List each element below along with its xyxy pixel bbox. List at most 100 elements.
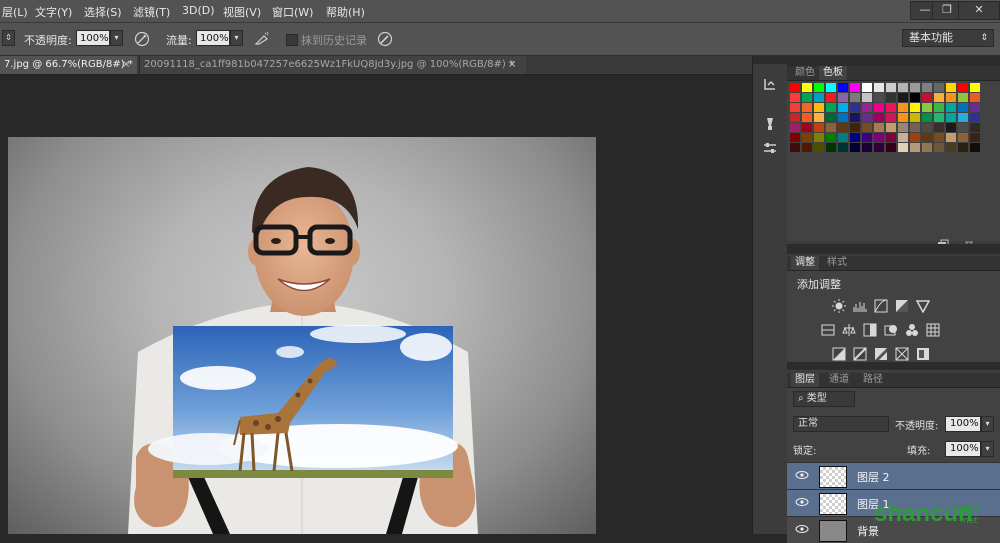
color-swatch[interactable] — [874, 113, 884, 122]
tab-layers[interactable]: 图层 — [791, 373, 819, 387]
vibrance-icon[interactable] — [916, 299, 930, 313]
tool-preset-arrow[interactable]: ⇕ — [2, 30, 15, 46]
color-swatch[interactable] — [946, 103, 956, 112]
color-swatch[interactable] — [838, 113, 848, 122]
color-swatch[interactable] — [802, 93, 812, 102]
color-swatch[interactable] — [850, 133, 860, 142]
invert-icon[interactable] — [832, 347, 846, 361]
brush-preset-icon[interactable] — [762, 116, 778, 132]
color-swatch[interactable] — [898, 93, 908, 102]
color-swatch[interactable] — [970, 133, 980, 142]
history-panel-icon[interactable] — [762, 76, 778, 92]
color-swatch[interactable] — [886, 133, 896, 142]
layer-opacity-arrow[interactable]: ▾ — [981, 416, 994, 432]
color-balance-icon[interactable] — [842, 323, 856, 337]
color-swatch[interactable] — [790, 133, 800, 142]
brush-settings-icon[interactable] — [762, 140, 778, 156]
color-swatch[interactable] — [790, 113, 800, 122]
color-swatch[interactable] — [814, 133, 824, 142]
color-swatch[interactable] — [946, 123, 956, 132]
black-white-icon[interactable] — [863, 323, 877, 337]
color-swatch[interactable] — [946, 143, 956, 152]
color-swatch[interactable] — [910, 133, 920, 142]
layer-filter-dropdown[interactable]: ⌕ 类型 — [793, 391, 855, 407]
color-swatch[interactable] — [970, 103, 980, 112]
color-swatch[interactable] — [874, 93, 884, 102]
doc-tab-inactive[interactable]: 20091118_ca1ff981b047257e6625Wz1FkUQ8Jd3… — [139, 56, 526, 74]
color-swatch[interactable] — [826, 133, 836, 142]
selective-color-icon[interactable] — [916, 347, 930, 361]
document-canvas[interactable] — [8, 137, 596, 534]
color-swatch[interactable] — [898, 143, 908, 152]
color-swatch[interactable] — [910, 83, 920, 92]
color-swatch[interactable] — [826, 93, 836, 102]
opacity-dropdown-arrow[interactable]: ▾ — [110, 30, 123, 46]
color-swatch[interactable] — [922, 103, 932, 112]
color-swatch[interactable] — [886, 143, 896, 152]
color-swatch[interactable] — [922, 133, 932, 142]
workspace-switcher[interactable]: 基本功能 ⇕ — [902, 29, 994, 47]
menu-filter[interactable]: 滤镜(T) — [133, 4, 170, 20]
color-swatch[interactable] — [934, 83, 944, 92]
blend-mode-dropdown[interactable]: 正常 — [793, 416, 889, 432]
menu-select[interactable]: 选择(S) — [84, 4, 122, 20]
color-swatch[interactable] — [862, 93, 872, 102]
color-swatch[interactable] — [910, 103, 920, 112]
color-swatch[interactable] — [958, 93, 968, 102]
eye-icon[interactable] — [795, 470, 809, 480]
channel-mixer-icon[interactable] — [905, 323, 919, 337]
layer-row[interactable]: 图层 2 — [787, 462, 1000, 489]
color-swatch[interactable] — [874, 133, 884, 142]
tab-swatches[interactable]: 色板 — [819, 66, 847, 80]
color-swatch[interactable] — [790, 103, 800, 112]
color-swatch[interactable] — [886, 93, 896, 102]
tab-close-icon[interactable]: × — [508, 56, 516, 73]
color-swatch[interactable] — [874, 123, 884, 132]
color-swatch[interactable] — [934, 123, 944, 132]
color-swatch[interactable] — [946, 113, 956, 122]
color-swatch[interactable] — [946, 93, 956, 102]
color-swatch[interactable] — [814, 113, 824, 122]
color-swatch[interactable] — [958, 113, 968, 122]
color-swatch[interactable] — [850, 113, 860, 122]
color-swatch[interactable] — [886, 83, 896, 92]
color-swatch[interactable] — [874, 83, 884, 92]
color-swatch[interactable] — [838, 83, 848, 92]
levels-icon[interactable] — [853, 299, 867, 313]
color-swatch[interactable] — [886, 113, 896, 122]
doc-tab-active[interactable]: 7.jpg @ 66.7%(RGB/8#) * × — [0, 56, 137, 74]
color-swatch[interactable] — [970, 123, 980, 132]
erase-to-history-checkbox[interactable] — [286, 34, 298, 46]
color-swatch[interactable] — [934, 143, 944, 152]
flow-field[interactable]: 100% — [196, 30, 230, 46]
color-swatch[interactable] — [850, 103, 860, 112]
color-swatch[interactable] — [826, 123, 836, 132]
color-swatch[interactable] — [958, 103, 968, 112]
color-swatch[interactable] — [862, 123, 872, 132]
color-swatch[interactable] — [802, 113, 812, 122]
color-swatch[interactable] — [970, 83, 980, 92]
color-swatch[interactable] — [910, 123, 920, 132]
layer-opacity-field[interactable]: 100% — [945, 416, 981, 432]
menu-window[interactable]: 窗口(W) — [272, 4, 313, 20]
color-swatch[interactable] — [850, 83, 860, 92]
close-window-button[interactable]: ✕ — [958, 1, 1000, 20]
color-swatch[interactable] — [922, 93, 932, 102]
color-swatch[interactable] — [826, 113, 836, 122]
curves-icon[interactable] — [874, 299, 888, 313]
color-swatch[interactable] — [970, 113, 980, 122]
color-swatch[interactable] — [922, 83, 932, 92]
color-swatch[interactable] — [790, 93, 800, 102]
color-swatch[interactable] — [886, 103, 896, 112]
color-swatch[interactable] — [934, 133, 944, 142]
tab-paths[interactable]: 路径 — [859, 373, 887, 387]
color-swatch[interactable] — [934, 113, 944, 122]
color-swatch[interactable] — [826, 83, 836, 92]
color-swatch[interactable] — [946, 133, 956, 142]
pressure-size-icon[interactable] — [377, 31, 393, 47]
color-swatch[interactable] — [850, 93, 860, 102]
color-swatch[interactable] — [958, 83, 968, 92]
brightness-contrast-icon[interactable] — [832, 299, 846, 313]
color-swatch[interactable] — [802, 83, 812, 92]
eye-icon[interactable] — [795, 524, 809, 534]
